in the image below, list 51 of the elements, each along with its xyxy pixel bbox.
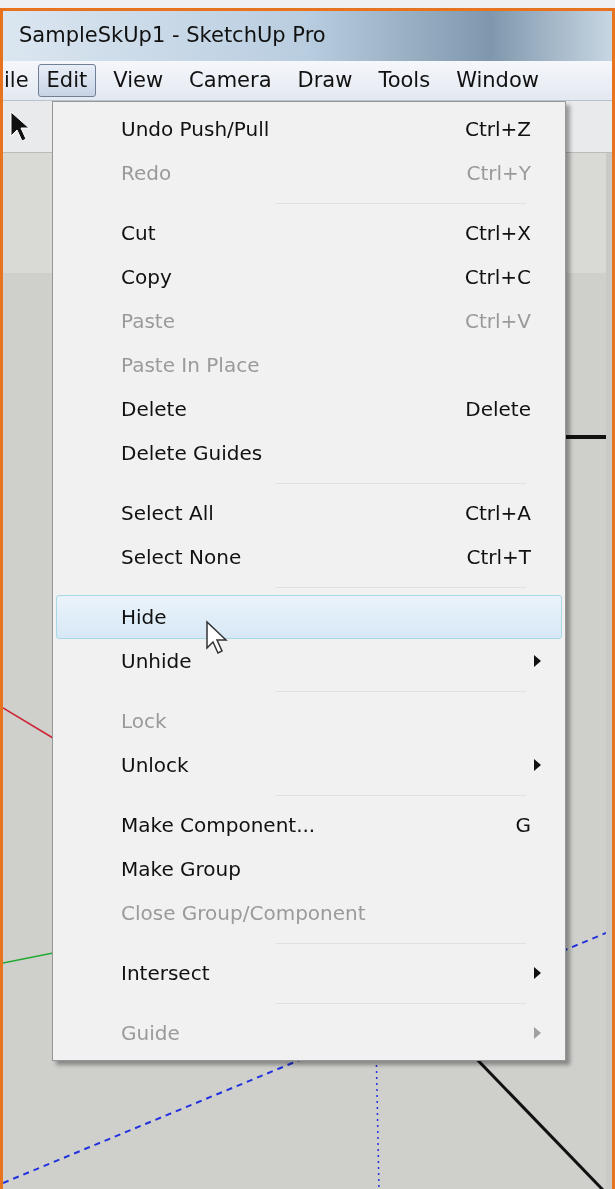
menu-item[interactable]: Select None Ctrl+T <box>56 535 562 579</box>
shortcut-label: Delete <box>465 396 531 423</box>
menu-item-label: Undo Push/Pull <box>121 116 271 143</box>
menu-bar-item[interactable]: Draw <box>288 63 362 98</box>
menu-item-label: Select None <box>121 544 243 571</box>
menu-item[interactable]: Undo Push/Pull Ctrl+Z <box>56 107 562 151</box>
menu-bar-item[interactable]: Tools <box>369 63 440 98</box>
menu-item-label: Make Component... <box>121 812 317 839</box>
menu-item-label: Cut <box>121 220 157 247</box>
menu-item[interactable]: Delete Delete <box>56 387 562 431</box>
menu-item[interactable]: Make Group <box>56 847 562 891</box>
menu-bar-item[interactable]: Window <box>447 63 548 98</box>
shortcut-label: Ctrl+X <box>464 220 531 247</box>
menu-item-label: Guide <box>121 1020 181 1047</box>
shortcut-label: Ctrl+Z <box>464 116 531 143</box>
menu-item[interactable]: Intersect <box>56 951 562 995</box>
menu-item[interactable]: Copy Ctrl+C <box>56 255 562 299</box>
menu-item[interactable]: Select All Ctrl+A <box>56 491 562 535</box>
menu-item-label: Lock <box>121 708 168 735</box>
menu-item[interactable]: Unlock <box>56 743 562 787</box>
menu-item-label: Delete <box>121 396 188 423</box>
shortcut-label: Ctrl+T <box>466 544 531 571</box>
menu-item[interactable]: Delete Guides <box>56 431 562 475</box>
menu-item-label: Copy <box>121 264 173 291</box>
menu-item-label: Unhide <box>121 648 193 675</box>
shortcut-label: G <box>515 812 531 839</box>
menu-item-label: Paste <box>121 308 176 335</box>
menu-item[interactable]: Make Component... G <box>56 803 562 847</box>
shortcut-label: Ctrl+V <box>464 308 531 335</box>
menu-item-label: Intersect <box>121 960 211 987</box>
menu-item-label: Hide <box>121 604 168 631</box>
menu-bar-item[interactable]: Camera <box>180 63 281 98</box>
menu-item-label: Select All <box>121 500 215 527</box>
shortcut-label: Ctrl+C <box>464 264 531 291</box>
shortcut-label: Ctrl+Y <box>466 160 531 187</box>
menu-item[interactable]: Cut Ctrl+X <box>56 211 562 255</box>
select-tool-icon[interactable] <box>9 109 31 144</box>
menu-bar-item[interactable]: View <box>104 63 173 98</box>
mouse-pointer-icon <box>205 620 231 656</box>
menu-item-label: Redo <box>121 160 173 187</box>
menu-item-label: Make Group <box>121 856 242 883</box>
menu-item-label: Delete Guides <box>121 440 264 467</box>
menu-item[interactable]: Unhide <box>56 639 562 683</box>
menu-bar-item[interactable]: ile <box>3 63 38 98</box>
menu-item-label: Unlock <box>121 752 190 779</box>
menu-item-label: Close Group/Component <box>121 900 367 927</box>
menu-bar-item[interactable]: Edit <box>37 63 97 98</box>
shortcut-label: Ctrl+A <box>464 500 531 527</box>
window-title: SampleSkUp1 - SketchUp Pro <box>19 22 326 50</box>
menu-item[interactable]: Hide <box>56 595 562 639</box>
menu-item-label: Paste In Place <box>121 352 261 379</box>
